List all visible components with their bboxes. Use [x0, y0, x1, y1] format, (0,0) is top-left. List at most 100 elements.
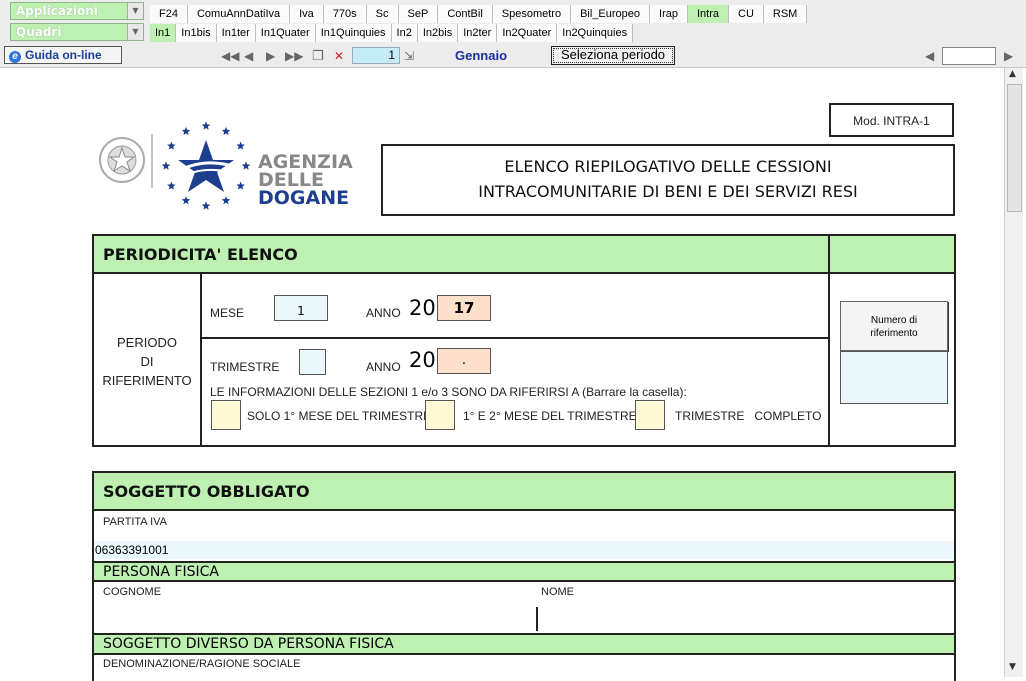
numero-riferimento-input[interactable] — [840, 351, 948, 404]
chevron-down-icon[interactable]: ▼ — [127, 24, 143, 40]
tab-sc[interactable]: Sc — [366, 5, 399, 23]
soggetto-diverso-header: SOGGETTO DIVERSO DA PERSONA FISICA — [94, 633, 954, 655]
document-area: Mod. INTRA-1 AGENZIA DELLE DOGANE ELENCO… — [2, 68, 1002, 681]
seleziona-periodo-button[interactable]: Seleziona periodo — [551, 46, 675, 65]
opt1-label: SOLO 1° MESE DEL TRIMESTRE — [247, 409, 432, 423]
nome-input[interactable] — [540, 585, 954, 633]
mod-label: Mod. INTRA-1 — [853, 114, 930, 128]
title-box: ELENCO RIEPILOGATIVO DELLE CESSIONI INTR… — [381, 144, 955, 216]
star-icon — [221, 126, 231, 135]
mese-input[interactable]: 1 — [274, 295, 328, 321]
periodicita-header-right — [830, 236, 954, 274]
numero-line-1: Numero di — [870, 315, 918, 326]
ie-icon: e — [9, 51, 21, 63]
vertical-scrollbar[interactable]: ▲ ▼ — [1004, 68, 1023, 677]
trimestre-input[interactable] — [299, 349, 326, 375]
subtab-in2quinquies[interactable]: In2Quinquies — [557, 24, 634, 42]
scroll-right-icon[interactable]: ▶ — [1004, 49, 1013, 63]
top-toolbar: Applicazioni ▼ Quadri ▼ F24 ComuAnnDatiIv… — [0, 0, 1026, 44]
denominazione-label: DENOMINAZIONE/RAGIONE SOCIALE — [103, 658, 301, 670]
subtab-in2[interactable]: In2 — [391, 24, 418, 42]
tab-intra[interactable]: Intra — [688, 5, 730, 23]
soggetto-section: SOGGETTO OBBLIGATO PARTITA IVA 063633910… — [92, 471, 956, 681]
persona-fisica-header: PERSONA FISICA — [94, 561, 954, 582]
soggetto-diverso-label: SOGGETTO DIVERSO DA PERSONA FISICA — [103, 636, 394, 652]
main-tabs: F24 ComuAnnDatiIva Iva 770s Sc SeP ContBil Spes… — [150, 5, 808, 23]
anno-prefix: 20 — [409, 296, 436, 320]
tab-iva[interactable]: Iva — [290, 5, 324, 23]
anno-label: ANNO — [366, 306, 401, 320]
star-icon — [201, 201, 211, 210]
quadri-dropdown[interactable]: Quadri ▼ — [10, 23, 144, 41]
next-page-icon[interactable]: ▶ — [266, 49, 275, 63]
subtab-in1bis[interactable]: In1bis — [176, 24, 217, 42]
scroll-up-icon[interactable]: ▲ — [1009, 69, 1016, 79]
subtab-in1quinquies[interactable]: In1Quinquies — [315, 24, 392, 42]
subtab-in1quater[interactable]: In1Quater — [255, 24, 316, 42]
anno-input[interactable]: 17 — [437, 295, 491, 321]
anno-label-2: ANNO — [366, 360, 401, 374]
tab-irap[interactable]: Irap — [650, 5, 688, 23]
tab-bil-europeo[interactable]: Bil_Europeo — [571, 5, 651, 23]
applicazioni-dropdown[interactable]: Applicazioni ▼ — [10, 2, 144, 20]
anno-prefix-2: 20 — [409, 348, 436, 372]
first-page-icon[interactable]: ◀◀ — [221, 49, 239, 63]
dogane-stars-logo-icon — [161, 121, 251, 210]
tab-contbil[interactable]: ContBil — [438, 5, 493, 23]
logo-line-3: DOGANE — [258, 187, 350, 209]
subtab-in1ter[interactable]: In1ter — [216, 24, 256, 42]
periodicita-title: PERIODICITA' ELENCO — [103, 245, 298, 264]
search-input[interactable] — [942, 47, 996, 65]
goto-page-icon[interactable]: ⇲ — [404, 49, 414, 63]
tab-rsm[interactable]: RSM — [763, 5, 808, 23]
page-number-input[interactable]: 1 — [352, 47, 400, 64]
periodicita-header: PERIODICITA' ELENCO — [94, 236, 830, 274]
current-month: Gennaio — [455, 48, 508, 63]
last-page-icon[interactable]: ▶▶ — [285, 49, 303, 63]
title-line-2: INTRACOMUNITARIE DI BENI E DEI SERVIZI R… — [478, 182, 858, 201]
tab-770s[interactable]: 770s — [323, 5, 367, 23]
partita-iva-label: PARTITA IVA — [103, 516, 167, 528]
subtab-in2ter[interactable]: In2ter — [458, 24, 498, 42]
chevron-down-icon[interactable]: ▼ — [127, 3, 143, 19]
mod-box: Mod. INTRA-1 — [829, 103, 954, 137]
star-icon — [236, 141, 245, 150]
trimestre-label: TRIMESTRE — [210, 360, 280, 374]
subtab-in2quater[interactable]: In2Quater — [497, 24, 558, 42]
soggetto-title: SOGGETTO OBBLIGATO — [103, 482, 310, 501]
divider — [200, 274, 202, 445]
tab-spesometro[interactable]: Spesometro — [492, 5, 572, 23]
tab-f24[interactable]: F24 — [150, 5, 188, 23]
subtab-in1[interactable]: In1 — [150, 24, 177, 42]
dogane-logo-text: AGENZIA DELLE DOGANE — [258, 153, 353, 209]
tab-cu[interactable]: CU — [729, 5, 764, 23]
guida-online-button[interactable]: e Guida on-line — [4, 46, 122, 64]
persona-fisica-label: PERSONA FISICA — [103, 564, 219, 580]
tab-sep[interactable]: SeP — [398, 5, 439, 23]
prev-page-icon[interactable]: ◀ — [244, 49, 253, 63]
numero-riferimento-button[interactable]: Numero di riferimento — [840, 301, 948, 351]
republic-emblem-icon — [99, 134, 153, 188]
periodo-line-2: DI — [140, 354, 154, 369]
tab-comuanndatiiva[interactable]: ComuAnnDatiIva — [187, 5, 291, 23]
divider — [828, 274, 830, 445]
copy-page-icon[interactable]: ❐ — [312, 49, 324, 64]
opt2-label: 1° E 2° MESE DEL TRIMESTRE — [463, 409, 637, 423]
checkbox-trimestre-completo[interactable] — [635, 400, 665, 430]
periodicita-section: PERIODICITA' ELENCO PERIODO DI RIFERIMEN… — [92, 234, 956, 447]
star-icon — [181, 196, 191, 205]
subtab-in2bis[interactable]: In2bis — [417, 24, 459, 42]
scroll-left-icon[interactable]: ◀ — [925, 49, 934, 63]
delete-page-icon[interactable]: ✕ — [334, 49, 344, 63]
cognome-input[interactable] — [94, 585, 534, 633]
opt3-label: TRIMESTRE COMPLETO — [675, 409, 822, 423]
scrollbar-thumb[interactable] — [1007, 84, 1022, 212]
star-icon — [221, 196, 231, 205]
scroll-down-icon[interactable]: ▼ — [1009, 662, 1016, 672]
sub-tabs: In1 In1bis In1ter In1Quater In1Quinquies In2 I… — [150, 24, 634, 42]
anno-trimestre-input[interactable]: . — [437, 348, 491, 374]
guida-label: Guida on-line — [25, 48, 102, 62]
partita-iva-input[interactable]: 06363391001 — [94, 541, 954, 559]
checkbox-solo-primo-mese[interactable] — [211, 400, 241, 430]
checkbox-primo-secondo-mese[interactable] — [425, 400, 455, 430]
